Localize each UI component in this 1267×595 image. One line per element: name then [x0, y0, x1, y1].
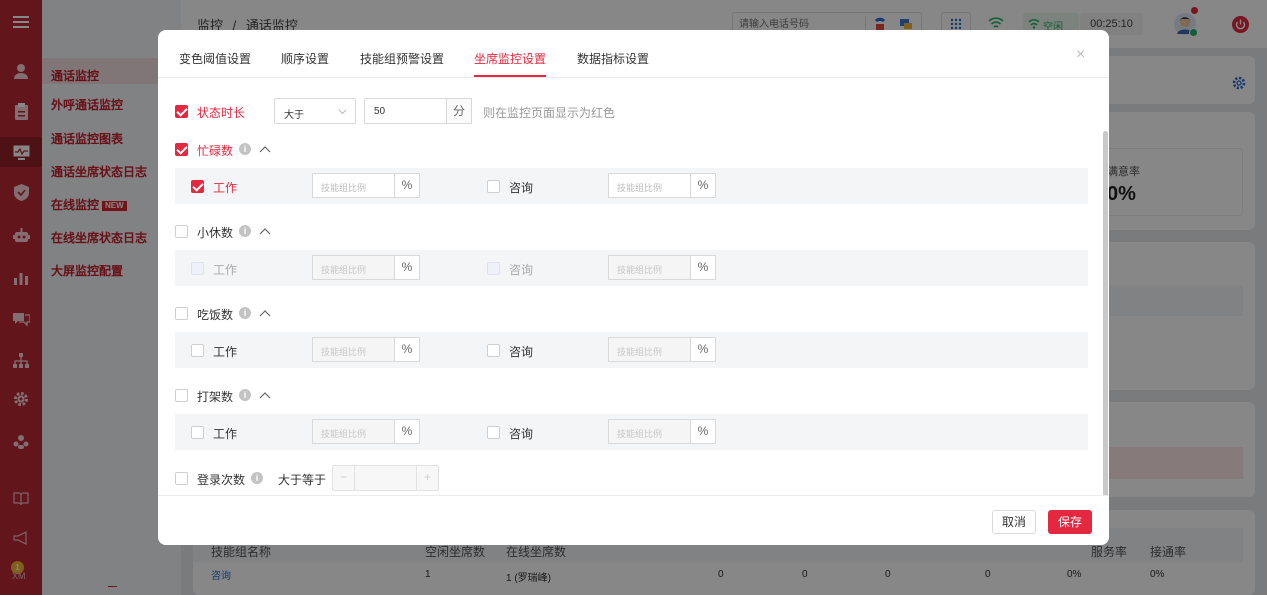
fight-consult-ratio-input[interactable]: 技能组比例 [608, 419, 691, 444]
break-options: 工作 技能组比例 % 咨询 技能组比例 % [175, 250, 1088, 286]
fight-consult-label: 咨询 [509, 427, 534, 441]
close-icon[interactable]: × [1076, 46, 1085, 64]
modal-scrollbar[interactable] [1103, 131, 1108, 523]
chevron-up-icon[interactable] [259, 145, 271, 155]
busy-label: 忙碌数 [197, 144, 234, 158]
fight-work-percent: % [395, 419, 420, 444]
fight-consult-checkbox[interactable] [487, 426, 500, 439]
meal-work-checkbox[interactable] [191, 344, 204, 357]
meal-consult-percent: % [691, 337, 716, 362]
meal-consult-label: 咨询 [509, 345, 534, 359]
break-work-label: 工作 [213, 263, 238, 277]
meal-consult-checkbox[interactable] [487, 344, 500, 357]
tab-skill-group-alert[interactable]: 技能组预警设置 [360, 50, 444, 67]
busy-work-percent: % [395, 173, 420, 198]
busy-options: 工作 技能组比例 % 咨询 技能组比例 % [175, 168, 1088, 204]
settings-modal: 变色阈值设置 顺序设置 技能组预警设置 坐席监控设置 数据指标设置 × 状态时长… [158, 30, 1109, 545]
busy-work-label: 工作 [213, 181, 238, 195]
break-checkbox[interactable] [175, 225, 188, 238]
duration-input[interactable] [364, 98, 447, 124]
tab-color-threshold[interactable]: 变色阈值设置 [179, 50, 251, 67]
info-icon[interactable]: i [239, 307, 251, 319]
break-consult-ratio-input[interactable]: 技能组比例 [608, 255, 691, 280]
break-consult-percent: % [691, 255, 716, 280]
break-consult-checkbox[interactable] [487, 262, 500, 275]
meal-work-percent: % [395, 337, 420, 362]
fight-work-ratio-input[interactable]: 技能组比例 [312, 419, 395, 444]
info-icon[interactable]: i [239, 225, 251, 237]
meal-label: 吃饭数 [197, 308, 234, 322]
tab-order[interactable]: 顺序设置 [281, 50, 329, 67]
busy-consult-ratio-input[interactable]: 技能组比例 [608, 173, 691, 198]
compare-select-value: 大于 [284, 110, 304, 121]
stepper-minus-button[interactable]: − [333, 466, 355, 490]
busy-checkbox[interactable] [175, 143, 188, 156]
duration-unit: 分 [447, 98, 472, 124]
break-work-ratio-input[interactable]: 技能组比例 [312, 255, 395, 280]
busy-work-ratio-input[interactable]: 技能组比例 [312, 173, 395, 198]
info-icon[interactable]: i [251, 472, 263, 484]
meal-work-ratio-input[interactable]: 技能组比例 [312, 337, 395, 362]
fight-checkbox[interactable] [175, 389, 188, 402]
login-count-stepper[interactable]: − + [332, 465, 439, 491]
fight-consult-percent: % [691, 419, 716, 444]
status-duration-checkbox[interactable] [175, 105, 188, 118]
chevron-up-icon[interactable] [259, 227, 271, 237]
busy-consult-checkbox[interactable] [487, 180, 500, 193]
fight-work-label: 工作 [213, 427, 238, 441]
tab-data-metrics[interactable]: 数据指标设置 [577, 50, 649, 67]
busy-work-checkbox[interactable] [191, 180, 204, 193]
fight-label: 打架数 [197, 390, 234, 404]
meal-options: 工作 技能组比例 % 咨询 技能组比例 % [175, 332, 1088, 368]
meal-work-label: 工作 [213, 345, 238, 359]
duration-hint: 则在监控页面显示为红色 [483, 106, 616, 120]
meal-checkbox[interactable] [175, 307, 188, 320]
modal-tabs: 变色阈值设置 顺序设置 技能组预警设置 坐席监控设置 数据指标设置 × [158, 30, 1109, 78]
chevron-up-icon[interactable] [259, 391, 271, 401]
break-work-percent: % [395, 255, 420, 280]
busy-consult-label: 咨询 [509, 181, 534, 195]
chevron-down-icon [338, 109, 347, 115]
break-label: 小休数 [197, 226, 234, 240]
stepper-plus-button[interactable]: + [416, 466, 438, 490]
break-work-checkbox[interactable] [191, 262, 204, 275]
login-count-checkbox[interactable] [175, 472, 188, 485]
info-icon[interactable]: i [239, 389, 251, 401]
fight-work-checkbox[interactable] [191, 426, 204, 439]
meal-consult-ratio-input[interactable]: 技能组比例 [608, 337, 691, 362]
chevron-up-icon[interactable] [259, 309, 271, 319]
modal-footer: 取消 保存 [158, 495, 1109, 545]
status-duration-label: 状态时长 [197, 106, 246, 120]
modal-body: 状态时长 大于 分 则在监控页面显示为红色 忙碌数 i 工作 技能组比例 % 咨… [158, 79, 1109, 523]
busy-consult-percent: % [691, 173, 716, 198]
login-count-label: 登录次数 [197, 473, 246, 487]
break-consult-label: 咨询 [509, 263, 534, 277]
login-compare-label: 大于等于 [278, 473, 327, 487]
save-button[interactable]: 保存 [1048, 510, 1092, 534]
fight-options: 工作 技能组比例 % 咨询 技能组比例 % [175, 414, 1088, 450]
cancel-button[interactable]: 取消 [992, 510, 1036, 534]
compare-select[interactable]: 大于 [274, 98, 356, 124]
info-icon[interactable]: i [239, 143, 251, 155]
tab-agent-monitor[interactable]: 坐席监控设置 [474, 50, 547, 77]
